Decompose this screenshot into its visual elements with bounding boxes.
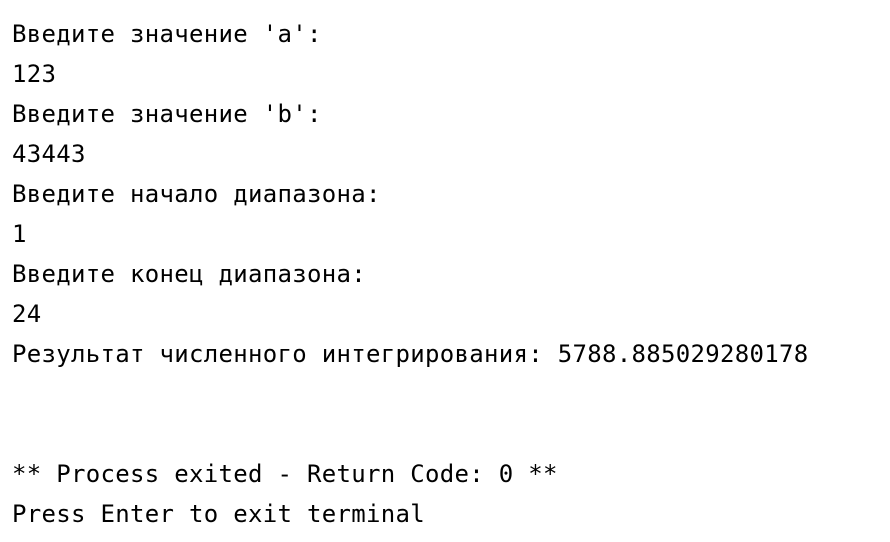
input-value-b: 43443 [12,140,86,168]
input-value-a: 123 [12,60,57,88]
input-range-end: 24 [12,300,42,328]
prompt-value-a: Введите значение 'a': [12,20,322,48]
process-exit-status: ** Process exited - Return Code: 0 ** [12,460,558,488]
input-range-start: 1 [12,220,27,248]
prompt-range-start: Введите начало диапазона: [12,180,381,208]
prompt-value-b: Введите значение 'b': [12,100,322,128]
terminal-output[interactable]: Введите значение 'a': 123 Введите значен… [0,0,890,542]
exit-instruction: Press Enter to exit terminal [12,500,425,528]
integration-result: Результат численного интегрирования: 578… [12,340,809,368]
prompt-range-end: Введите конец диапазона: [12,260,366,288]
